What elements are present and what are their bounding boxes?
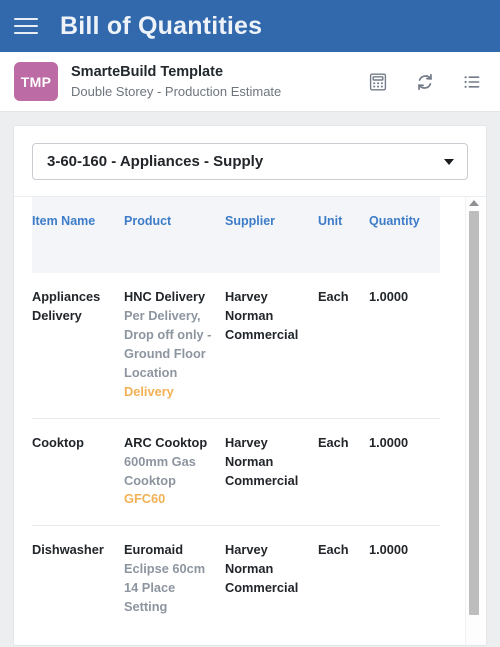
section-select-area: 3-60-160 - Appliances - Supply	[14, 126, 486, 197]
items-table-head: Item Name Product Supplier Unit Quantity	[32, 197, 440, 273]
column-header-quantity[interactable]: Quantity	[369, 197, 440, 273]
cell-supplier: Harvey Norman Commercial	[225, 525, 318, 634]
column-header-item-name[interactable]: Item Name	[32, 197, 124, 273]
section-select[interactable]: 3-60-160 - Appliances - Supply	[32, 143, 468, 180]
header-actions	[368, 72, 486, 92]
cell-supplier: Harvey Norman Commercial	[225, 417, 318, 526]
product-name: ARC Cooktop	[124, 434, 208, 450]
table-header-row: Item Name Product Supplier Unit Quantity	[32, 197, 440, 273]
bill-of-quantities-card: 3-60-160 - Appliances - Supply Item Name…	[13, 125, 487, 646]
refresh-sync-icon[interactable]	[415, 72, 435, 92]
cell-product: ARC Cooktop 600mm Gas Cooktop GFC60	[124, 417, 225, 526]
page-title: Bill of Quantities	[60, 11, 263, 40]
cell-unit: Each	[318, 525, 369, 634]
project-info: SmarteBuild Template Double Storey - Pro…	[71, 63, 368, 100]
cell-quantity: 1.0000	[369, 289, 409, 304]
section-select-value: 3-60-160 - Appliances - Supply	[47, 153, 264, 170]
calculator-icon[interactable]	[368, 72, 388, 92]
cell-unit: Each	[318, 417, 369, 526]
cell-quantity: 1.0000	[369, 525, 440, 634]
project-title: SmarteBuild Template	[71, 63, 224, 80]
table-vertical-scrollbar[interactable]	[465, 197, 481, 645]
cell-product: Euromaid Eclipse 60cm 14 Place Setting	[124, 525, 225, 634]
hamburger-menu-icon[interactable]	[14, 13, 40, 39]
app-header: Bill of Quantities	[0, 0, 500, 52]
column-header-unit[interactable]: Unit	[318, 197, 369, 273]
items-table-body: Appliances Delivery HNC Delivery Per Del…	[32, 273, 440, 634]
product-description: 600mm Gas Cooktop	[124, 453, 196, 488]
table-row[interactable]: Appliances Delivery HNC Delivery Per Del…	[32, 273, 440, 418]
project-subtitle: Double Storey - Production Estimate	[71, 83, 282, 99]
cell-item-name: Cooktop	[32, 417, 124, 526]
product-code: GFC60	[124, 491, 166, 507]
page-body: 3-60-160 - Appliances - Supply Item Name…	[0, 112, 500, 646]
hamburger-line	[14, 25, 38, 27]
chevron-down-icon	[444, 158, 454, 165]
items-table-scroll-area: Item Name Product Supplier Unit Quantity…	[32, 197, 481, 645]
project-subheader: TMP SmarteBuild Template Double Storey -…	[0, 52, 500, 112]
hamburger-line	[14, 32, 38, 34]
product-code: Delivery	[124, 383, 174, 399]
table-row[interactable]: Cooktop ARC Cooktop 600mm Gas Cooktop GF…	[32, 417, 440, 526]
cell-unit: Each	[318, 289, 349, 304]
list-icon[interactable]	[462, 72, 482, 92]
cell-supplier: Harvey Norman Commercial	[225, 289, 299, 342]
hamburger-line	[14, 18, 38, 20]
cell-quantity: 1.0000	[369, 417, 440, 526]
cell-item-name: Appliances Delivery	[32, 289, 101, 323]
product-name: HNC Delivery	[124, 289, 206, 304]
cell-product: HNC Delivery Per Delivery, Drop off only…	[124, 273, 225, 418]
scrollbar-thumb[interactable]	[469, 211, 479, 615]
table-row[interactable]: Dishwasher Euromaid Eclipse 60cm 14 Plac…	[32, 525, 440, 634]
items-table: Item Name Product Supplier Unit Quantity…	[32, 197, 440, 634]
scroll-up-arrow-icon[interactable]	[468, 200, 479, 206]
cell-item-name: Dishwasher	[32, 525, 124, 634]
column-header-product[interactable]: Product	[124, 197, 225, 273]
product-description: Eclipse 60cm 14 Place Setting	[124, 561, 206, 615]
product-name: Euromaid	[124, 542, 184, 558]
avatar: TMP	[14, 62, 58, 101]
product-description: Per Delivery, Drop off only - Ground Flo…	[124, 307, 212, 380]
column-header-supplier[interactable]: Supplier	[225, 197, 318, 273]
